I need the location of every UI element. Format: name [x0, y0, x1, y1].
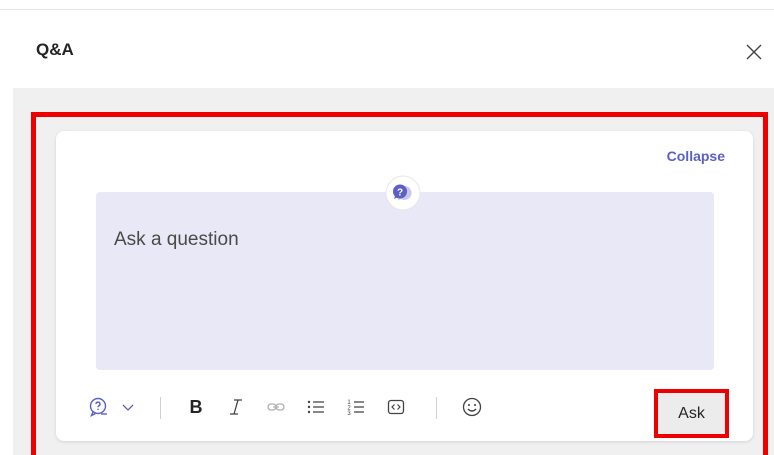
page-title: Q&A	[36, 40, 74, 59]
collapse-link[interactable]: Collapse	[667, 148, 725, 164]
ask-button[interactable]: Ask	[658, 393, 725, 434]
formatting-toolbar: B 1 2 3	[56, 389, 753, 425]
toolbar-divider	[160, 397, 161, 419]
emoji-icon[interactable]	[460, 395, 484, 419]
code-snippet-icon[interactable]	[384, 395, 408, 419]
ask-question-card: Collapse Ask a question ? B 1 2 3	[56, 131, 753, 441]
numbered-list-icon[interactable]: 1 2 3	[344, 395, 368, 419]
italic-icon[interactable]	[224, 395, 248, 419]
svg-text:?: ?	[397, 188, 403, 199]
toolbar-divider	[436, 397, 437, 419]
question-input[interactable]: Ask a question	[96, 192, 714, 370]
bold-icon[interactable]: B	[184, 395, 208, 419]
question-type-icon[interactable]	[86, 395, 112, 419]
header	[0, 10, 774, 88]
svg-text:3: 3	[347, 411, 351, 417]
close-icon[interactable]	[742, 40, 766, 64]
chevron-down-icon[interactable]	[118, 395, 138, 419]
question-bubble-icon: ?	[385, 175, 421, 211]
question-placeholder: Ask a question	[114, 229, 239, 250]
svg-text:B: B	[190, 397, 203, 417]
link-icon[interactable]	[264, 395, 288, 419]
bulleted-list-icon[interactable]	[304, 395, 328, 419]
